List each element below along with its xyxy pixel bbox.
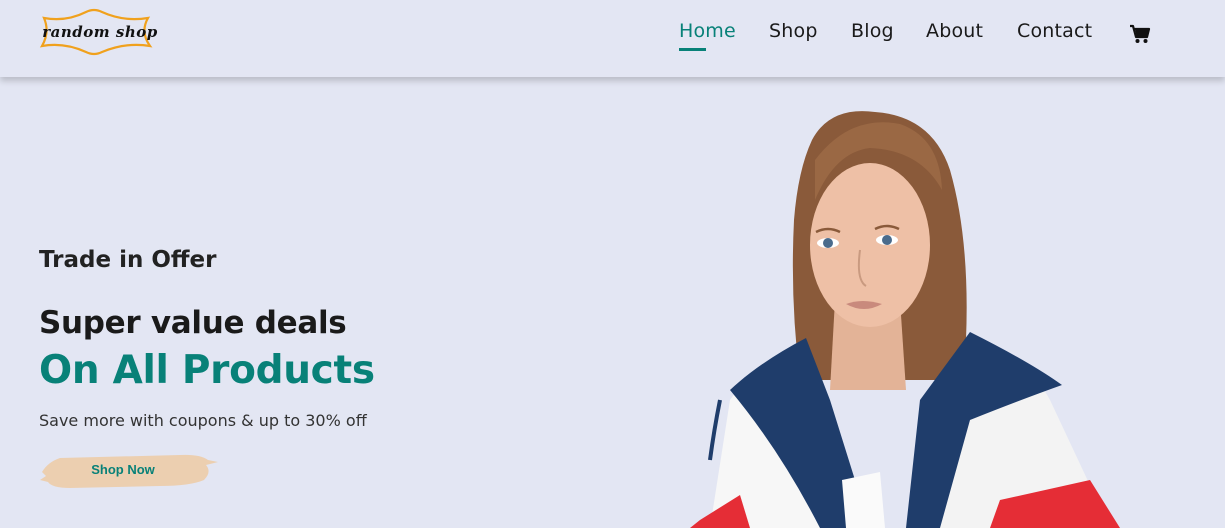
cart-icon[interactable]	[1129, 24, 1151, 44]
nav-item-about[interactable]: About	[926, 20, 983, 48]
hero-highlight: On All Products	[39, 348, 375, 393]
hero-eyebrow: Trade in Offer	[39, 247, 217, 273]
model-photo	[690, 111, 1120, 528]
nav-item-home[interactable]: Home	[679, 20, 736, 48]
shop-now-label: Shop Now	[91, 462, 155, 477]
nav-item-shop[interactable]: Shop	[769, 20, 818, 48]
nav-item-contact[interactable]: Contact	[1017, 20, 1092, 48]
hero-headline: Super value deals	[39, 305, 347, 341]
shop-now-button[interactable]: Shop Now	[40, 450, 220, 492]
logo[interactable]: random shop	[36, 6, 162, 56]
nav-item-blog[interactable]: Blog	[851, 20, 894, 48]
hero-description: Save more with coupons & up to 30% off	[39, 411, 367, 430]
active-nav-underline	[679, 48, 706, 51]
site-header: random shop Home Shop Blog About Contact	[0, 0, 1225, 77]
logo-text: random shop	[42, 23, 158, 41]
